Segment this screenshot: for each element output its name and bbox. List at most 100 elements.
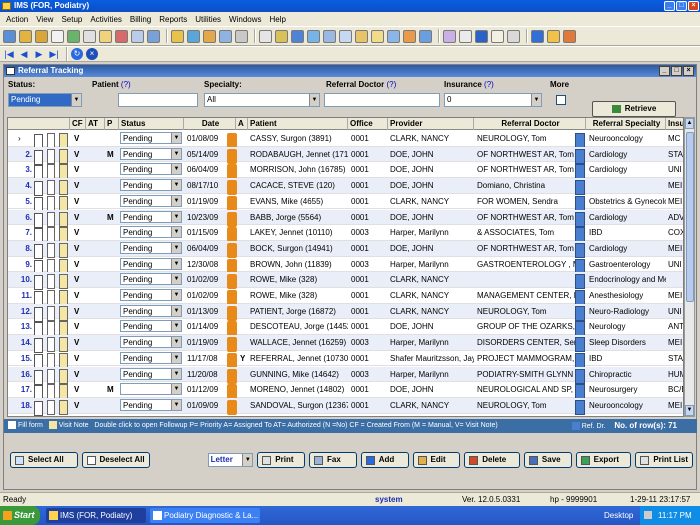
- cell-status-select[interactable]: Pending ▼: [120, 257, 182, 270]
- scroll-up-button[interactable]: ▲: [685, 118, 694, 129]
- deselect-all-button[interactable]: Deselect All: [81, 452, 150, 468]
- table-row[interactable]: 13. V Pending ▼ 01/14/09 DESCOTEAU, Jorge (14…: [8, 319, 683, 338]
- table-row[interactable]: 4. V Pending ▼ 08/17/10 CACACE, STEVE (120) 00…: [8, 178, 683, 197]
- pen-icon[interactable]: [307, 29, 320, 43]
- add-button[interactable]: Add: [360, 452, 409, 468]
- insurance-filter-select[interactable]: 0 ▼: [444, 93, 542, 107]
- window-icon[interactable]: [147, 29, 160, 43]
- cell-status-select[interactable]: Pending ▼: [120, 163, 182, 176]
- cell-status-select[interactable]: Pending ▼: [120, 241, 182, 254]
- paper-size-select[interactable]: Letter ▼: [207, 453, 254, 467]
- document-icon[interactable]: [51, 29, 64, 43]
- insurance-help-link[interactable]: (?): [484, 80, 494, 89]
- chevron-down-icon[interactable]: ▼: [171, 368, 181, 379]
- form-icon[interactable]: [259, 29, 272, 43]
- chevron-down-icon[interactable]: ▼: [171, 180, 181, 191]
- chevron-down-icon[interactable]: ▼: [242, 454, 253, 466]
- list-icon[interactable]: [291, 29, 304, 43]
- table-icon[interactable]: [459, 29, 472, 43]
- table-row[interactable]: ›1.VPending▼01/08/09CASSY, Surgon (3891)…: [8, 131, 683, 149]
- last-record-icon[interactable]: ▶|: [48, 48, 60, 60]
- menu-utilities[interactable]: Utilities: [191, 15, 225, 24]
- previous-record-icon[interactable]: ◀: [18, 48, 30, 60]
- select-all-button[interactable]: Select All: [10, 452, 78, 468]
- chevron-down-icon[interactable]: ▼: [171, 274, 181, 285]
- delete-button[interactable]: Delete: [464, 452, 520, 468]
- retrieve-button[interactable]: Retrieve: [592, 101, 676, 117]
- cell-status-select[interactable]: Pending ▼: [120, 289, 182, 301]
- gear-icon[interactable]: [171, 29, 184, 43]
- group-icon[interactable]: [219, 29, 232, 43]
- table-row[interactable]: 3. V Pending ▼ 06/04/09 MORRISON, John (16785…: [8, 162, 683, 181]
- child-restore-button[interactable]: □: [671, 66, 682, 76]
- chevron-down-icon[interactable]: ▼: [171, 352, 181, 363]
- referral-doctor-filter-input[interactable]: [324, 93, 440, 107]
- header-status[interactable]: Status: [119, 118, 184, 130]
- table-row[interactable]: 12. V Pending ▼ 01/13/09 PATIENT, Jorge (1687…: [8, 303, 683, 322]
- cell-status-select[interactable]: Pending ▼: [120, 132, 182, 144]
- header-a[interactable]: A: [236, 118, 248, 130]
- folder-icon[interactable]: [99, 29, 112, 43]
- chevron-down-icon[interactable]: ▼: [171, 258, 181, 269]
- header-patient[interactable]: Patient: [248, 118, 348, 130]
- refresh-icon[interactable]: ↻: [71, 48, 83, 60]
- menu-help[interactable]: Help: [266, 15, 290, 24]
- desktop-toolbar-label[interactable]: Desktop: [604, 506, 633, 525]
- table-row[interactable]: 2. V M Pending ▼ 05/14/09 RODABAUGH, Jennet (1…: [8, 146, 683, 165]
- taskbar-item-podiatry[interactable]: Podiatry Diagnostic & La...: [150, 508, 260, 523]
- print-list-button[interactable]: Print List: [635, 452, 693, 468]
- chevron-down-icon[interactable]: ▼: [171, 399, 181, 410]
- person-icon[interactable]: [203, 29, 216, 43]
- table-row[interactable]: 5. V Pending ▼ 01/19/09 EVANS, Mike (4655) 000…: [8, 194, 683, 212]
- chevron-down-icon[interactable]: ▼: [171, 321, 181, 332]
- menu-activities[interactable]: Activities: [86, 15, 126, 24]
- menu-action[interactable]: Action: [2, 15, 32, 24]
- cell-status-select[interactable]: Pending ▼: [120, 210, 182, 223]
- restore-button[interactable]: □: [676, 1, 687, 11]
- save-button[interactable]: Save: [523, 452, 572, 468]
- header-p[interactable]: P: [105, 118, 119, 130]
- header-insurance[interactable]: Insu: [666, 118, 683, 130]
- cell-status-select[interactable]: Pending ▼: [120, 273, 182, 286]
- chevron-down-icon[interactable]: ▼: [171, 148, 181, 159]
- chevron-down-icon[interactable]: ▼: [71, 94, 81, 106]
- hospital-icon[interactable]: [419, 29, 432, 43]
- edit-button[interactable]: Edit: [412, 452, 461, 468]
- referral-doctor-book-icon[interactable]: [575, 399, 585, 415]
- home-icon[interactable]: [3, 29, 16, 43]
- table-row[interactable]: 10. V Pending ▼ 01/02/09 ROWE, Mike (328) 0001…: [8, 272, 683, 291]
- taskbar-item-ims[interactable]: IMS (FOR, Podiatry): [46, 508, 146, 523]
- table-row[interactable]: 11. V Pending ▼ 01/02/09 ROWE, Mike (328) 0001…: [8, 288, 683, 306]
- header-provider[interactable]: Provider: [388, 118, 474, 130]
- patient-help-link[interactable]: (?): [121, 80, 131, 89]
- stop-icon[interactable]: ×: [86, 48, 98, 60]
- table-row[interactable]: 14. V Pending ▼ 01/19/09 WALLACE, Jennet (162…: [8, 335, 683, 354]
- contacts-icon[interactable]: [323, 29, 336, 43]
- binder-icon[interactable]: [371, 29, 384, 43]
- fax-button[interactable]: Fax: [309, 452, 357, 468]
- table-row[interactable]: 8. V Pending ▼ 06/04/09 BOCK, Surgon (14941) 0…: [8, 240, 683, 259]
- fill-form-icon[interactable]: [47, 399, 55, 415]
- first-record-icon[interactable]: |◀: [3, 48, 15, 60]
- header-referral-doctor[interactable]: Referral Doctor: [474, 118, 586, 130]
- search-icon[interactable]: [235, 29, 248, 43]
- row-select-checkbox[interactable]: [34, 400, 43, 416]
- menu-setup[interactable]: Setup: [57, 15, 86, 24]
- cell-status-select[interactable]: Pending ▼: [120, 194, 182, 207]
- tree-icon[interactable]: [275, 29, 288, 43]
- specialty-filter-select[interactable]: All ▼: [204, 93, 320, 107]
- chevron-down-icon[interactable]: ▼: [171, 384, 181, 395]
- cell-status-select[interactable]: Pending ▼: [120, 320, 182, 333]
- export-button[interactable]: Export: [575, 452, 632, 468]
- header-date[interactable]: Date: [184, 118, 236, 130]
- menu-view[interactable]: View: [32, 15, 57, 24]
- scroll-thumb[interactable]: [686, 132, 694, 302]
- cell-status-select[interactable]: Pending ▼: [120, 179, 182, 192]
- clock[interactable]: 11:17 PM: [658, 506, 692, 525]
- chevron-down-icon[interactable]: ▼: [309, 94, 319, 106]
- menu-billing[interactable]: Billing: [126, 15, 155, 24]
- cell-status-select[interactable]: Pending ▼: [120, 336, 182, 349]
- table-row[interactable]: 9. V Pending ▼ 12/30/08 BROWN, John (11839) 00…: [8, 257, 683, 275]
- start-button[interactable]: Start: [0, 506, 40, 525]
- chevron-down-icon[interactable]: ▼: [171, 164, 181, 175]
